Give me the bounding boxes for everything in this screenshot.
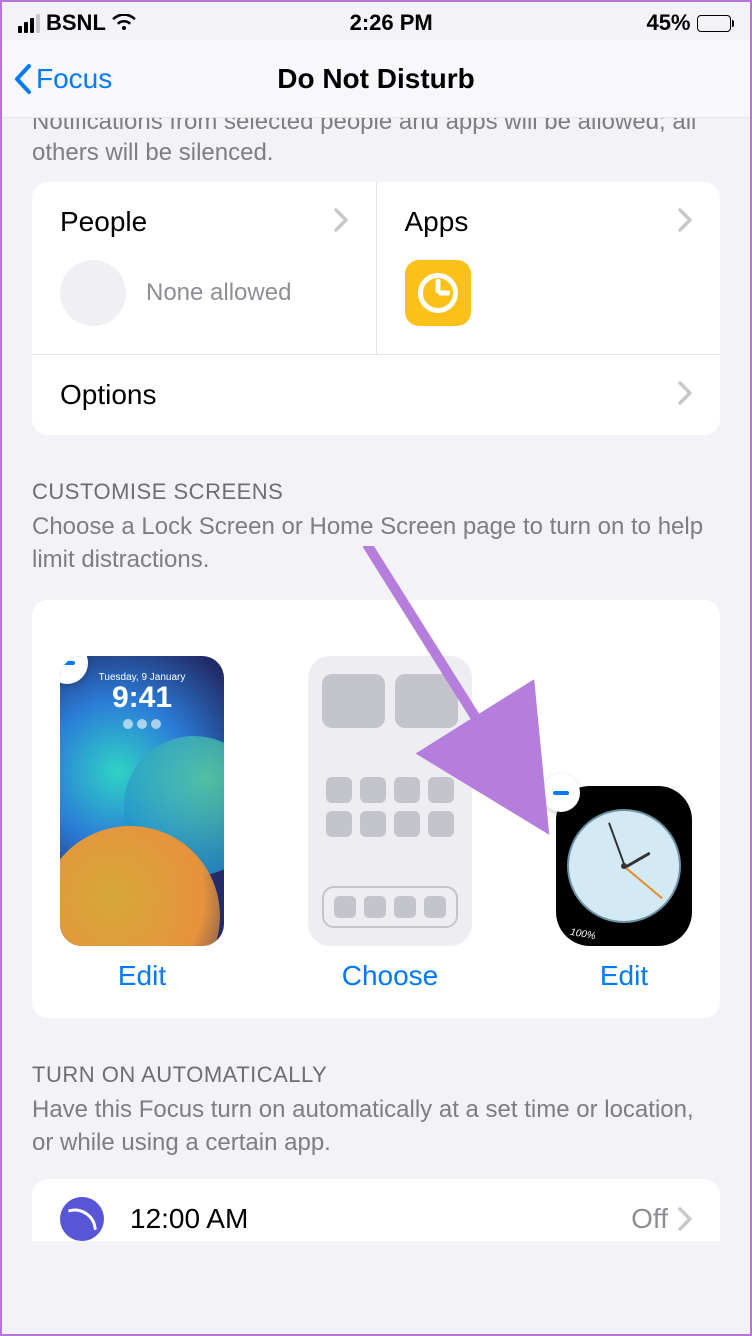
chevron-left-icon	[14, 64, 32, 94]
chevron-right-icon	[678, 1207, 692, 1231]
battery-icon	[697, 15, 735, 32]
lock-time: 9:41	[60, 681, 224, 715]
schedule-state: Off	[631, 1203, 668, 1235]
customise-section-desc: Choose a Lock Screen or Home Screen page…	[32, 511, 720, 576]
options-cell[interactable]: Options	[32, 354, 720, 435]
clock-icon	[60, 1197, 104, 1241]
people-none-label: None allowed	[146, 279, 291, 307]
options-title: Options	[60, 379, 157, 411]
nav-bar: Focus Do Not Disturb	[0, 40, 752, 118]
status-bar: BSNL 2:26 PM 45%	[0, 0, 752, 40]
clock-app-icon	[405, 260, 471, 326]
home-choose-button[interactable]: Choose	[342, 960, 439, 992]
watch-face-icon	[567, 809, 681, 923]
avatar-placeholder	[60, 260, 126, 326]
back-label: Focus	[36, 63, 112, 95]
watch-edit-button[interactable]: Edit	[600, 960, 648, 992]
chevron-right-icon	[334, 208, 348, 237]
status-time: 2:26 PM	[350, 10, 433, 36]
apps-cell[interactable]: Apps	[377, 182, 721, 354]
wifi-icon	[112, 14, 136, 32]
chevron-right-icon	[678, 208, 692, 237]
auto-section-title: TURN ON AUTOMATICALLY	[32, 1062, 720, 1088]
remove-watch-button[interactable]	[542, 774, 580, 812]
auto-section-desc: Have this Focus turn on automatically at…	[32, 1094, 720, 1159]
minus-icon	[553, 791, 569, 795]
battery-percent: 45%	[646, 10, 690, 36]
screens-card: Tuesday, 9 January 9:41 Edit Choose	[32, 600, 720, 1018]
lock-screen-preview[interactable]: Tuesday, 9 January 9:41	[60, 656, 224, 946]
home-screen-preview[interactable]	[308, 656, 472, 946]
customise-section-title: CUSTOMISE SCREENS	[32, 479, 720, 505]
schedule-cell[interactable]: 12:00 AM Off	[32, 1179, 720, 1241]
allowed-card: People None allowed Apps	[32, 182, 720, 435]
schedule-time: 12:00 AM	[130, 1203, 248, 1235]
intro-description: Notifications from selected people and a…	[0, 118, 752, 182]
minus-icon	[60, 661, 75, 665]
watch-pct: 100%	[569, 927, 596, 942]
chevron-right-icon	[678, 381, 692, 410]
watch-preview[interactable]: 100%	[556, 786, 692, 946]
people-title: People	[60, 206, 147, 238]
apps-title: Apps	[405, 206, 469, 238]
lock-widgets	[60, 719, 224, 729]
signal-icon	[18, 14, 40, 33]
people-cell[interactable]: People None allowed	[32, 182, 377, 354]
carrier-label: BSNL	[46, 10, 106, 36]
lock-edit-button[interactable]: Edit	[118, 960, 166, 992]
back-button[interactable]: Focus	[14, 63, 112, 95]
page-title: Do Not Disturb	[277, 63, 475, 95]
